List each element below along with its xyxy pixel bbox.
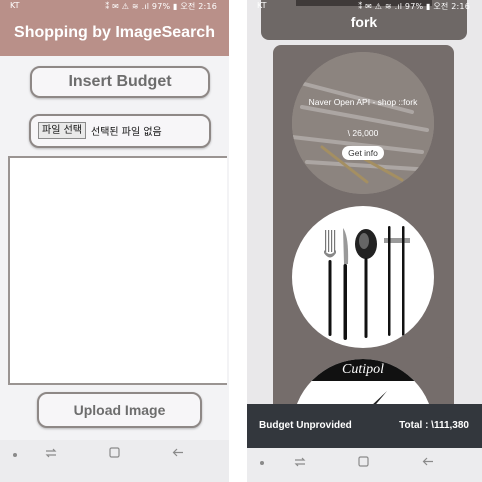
product-image[interactable] xyxy=(292,206,434,348)
android-nav-bar xyxy=(247,448,482,482)
status-bar: KT ⁑ ✉ ⚠ ≋ .ıl 97% ▮ 오전 2:16 xyxy=(0,0,229,13)
spoon-shape xyxy=(355,229,377,338)
android-nav-bar xyxy=(0,440,229,482)
product-price: \ 26,000 xyxy=(347,128,379,138)
back-icon[interactable] xyxy=(172,447,184,458)
recent-apps-icon[interactable] xyxy=(45,448,57,458)
right-phone-screen: KT ⁑ ✉ ⚠ ≋ .ıl 97% ▮ 오전 2:16 fork Naver … xyxy=(247,0,482,482)
left-phone-screen: KT ⁑ ✉ ⚠ ≋ .ıl 97% ▮ 오전 2:16 Shopping by… xyxy=(0,0,229,482)
category-label: fork xyxy=(350,14,378,30)
cutlery-photo xyxy=(324,226,410,340)
file-input-field[interactable]: 파일 선택 선택된 파일 없음 xyxy=(29,114,211,148)
total-price: Total : \111,380 xyxy=(399,420,469,431)
product-image[interactable]: Naver Open API - shop ::fork \ 26,000 Ge… xyxy=(292,52,434,194)
upload-image-button[interactable]: Upload Image xyxy=(37,392,202,428)
image-preview-area xyxy=(8,156,227,385)
carrier-label: KT xyxy=(10,1,20,10)
chopsticks-shape xyxy=(384,226,410,336)
product-title: Naver Open API - shop ::fork xyxy=(308,97,418,107)
home-icon[interactable] xyxy=(358,456,369,467)
status-bar: KT ⁑ ✉ ⚠ ≋ .ıl 97% ▮ 오전 2:16 xyxy=(247,0,482,13)
image-overlay xyxy=(292,52,434,194)
insert-budget-button[interactable]: Insert Budget xyxy=(30,66,210,98)
nav-dot-icon xyxy=(260,461,264,465)
file-status-text: 선택된 파일 없음 xyxy=(91,127,162,138)
budget-bar: Budget Unprovided Total : \111,380 xyxy=(247,404,482,448)
fork-shape xyxy=(324,230,336,336)
get-info-button[interactable]: Get info xyxy=(342,146,384,160)
recent-apps-icon[interactable] xyxy=(294,457,306,467)
budget-status: Budget Unprovided xyxy=(259,420,352,431)
carrier-label: KT xyxy=(257,1,267,10)
knife-shape xyxy=(343,228,349,340)
app-header: Shopping by ImageSearch xyxy=(0,13,229,56)
choose-file-button[interactable]: 파일 선택 xyxy=(38,122,86,139)
back-icon[interactable] xyxy=(422,456,434,467)
nav-dot-icon xyxy=(13,453,17,457)
home-icon[interactable] xyxy=(109,447,120,458)
status-icons: ⁑ ✉ ⚠ ≋ .ıl 97% ▮ 오전 2:16 xyxy=(105,2,217,11)
app-title: Shopping by ImageSearch xyxy=(14,24,215,41)
status-icons: ⁑ ✉ ⚠ ≋ .ıl 97% ▮ 오전 2:16 xyxy=(358,2,470,11)
